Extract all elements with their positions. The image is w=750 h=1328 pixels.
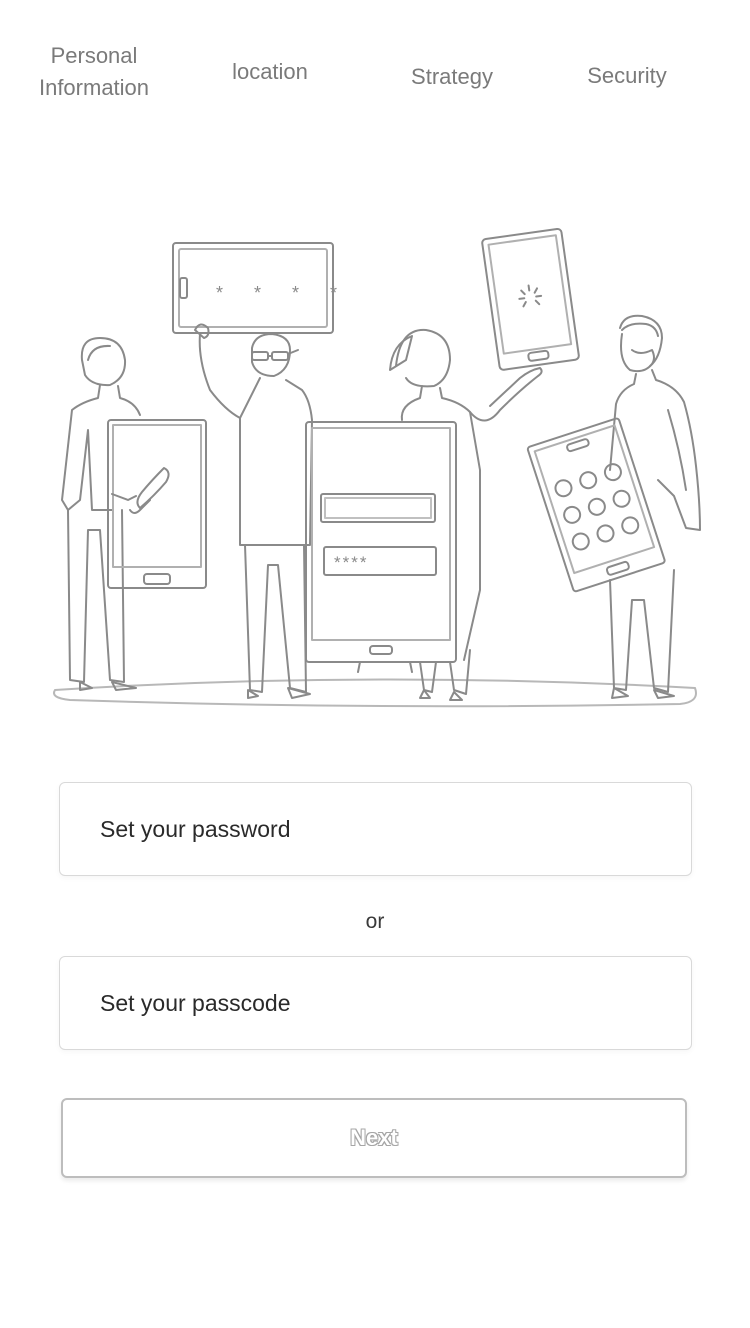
loading-phone-graphic	[481, 227, 580, 371]
passcode-input[interactable]	[60, 957, 691, 1049]
step-personal-information[interactable]: Personal Information	[24, 40, 164, 104]
login-tablet-graphic: ****	[305, 421, 457, 673]
person-glasses-graphic	[194, 323, 313, 699]
step-indicator: Personal Information location Strategy S…	[0, 36, 750, 116]
passcode-field[interactable]	[59, 956, 692, 1050]
person-woman-graphic	[389, 328, 543, 701]
person-left-graphic	[61, 337, 207, 691]
person-bearded-graphic	[526, 314, 701, 699]
security-illustration: * * * * ****	[40, 210, 710, 720]
password-field[interactable]	[59, 782, 692, 876]
tablet-password-mask: * * * *	[216, 283, 350, 303]
step-security[interactable]: Security	[557, 60, 697, 92]
step-strategy[interactable]: Strategy	[382, 61, 522, 93]
security-setup-screen: Personal Information location Strategy S…	[0, 0, 750, 1328]
tablet-passcode-mask: ****	[334, 553, 368, 572]
next-button[interactable]: Next	[61, 1098, 687, 1178]
or-separator: or	[365, 910, 385, 933]
password-tablet-graphic: * * * *	[172, 242, 350, 334]
password-input[interactable]	[60, 783, 691, 875]
step-location[interactable]: location	[200, 56, 340, 88]
